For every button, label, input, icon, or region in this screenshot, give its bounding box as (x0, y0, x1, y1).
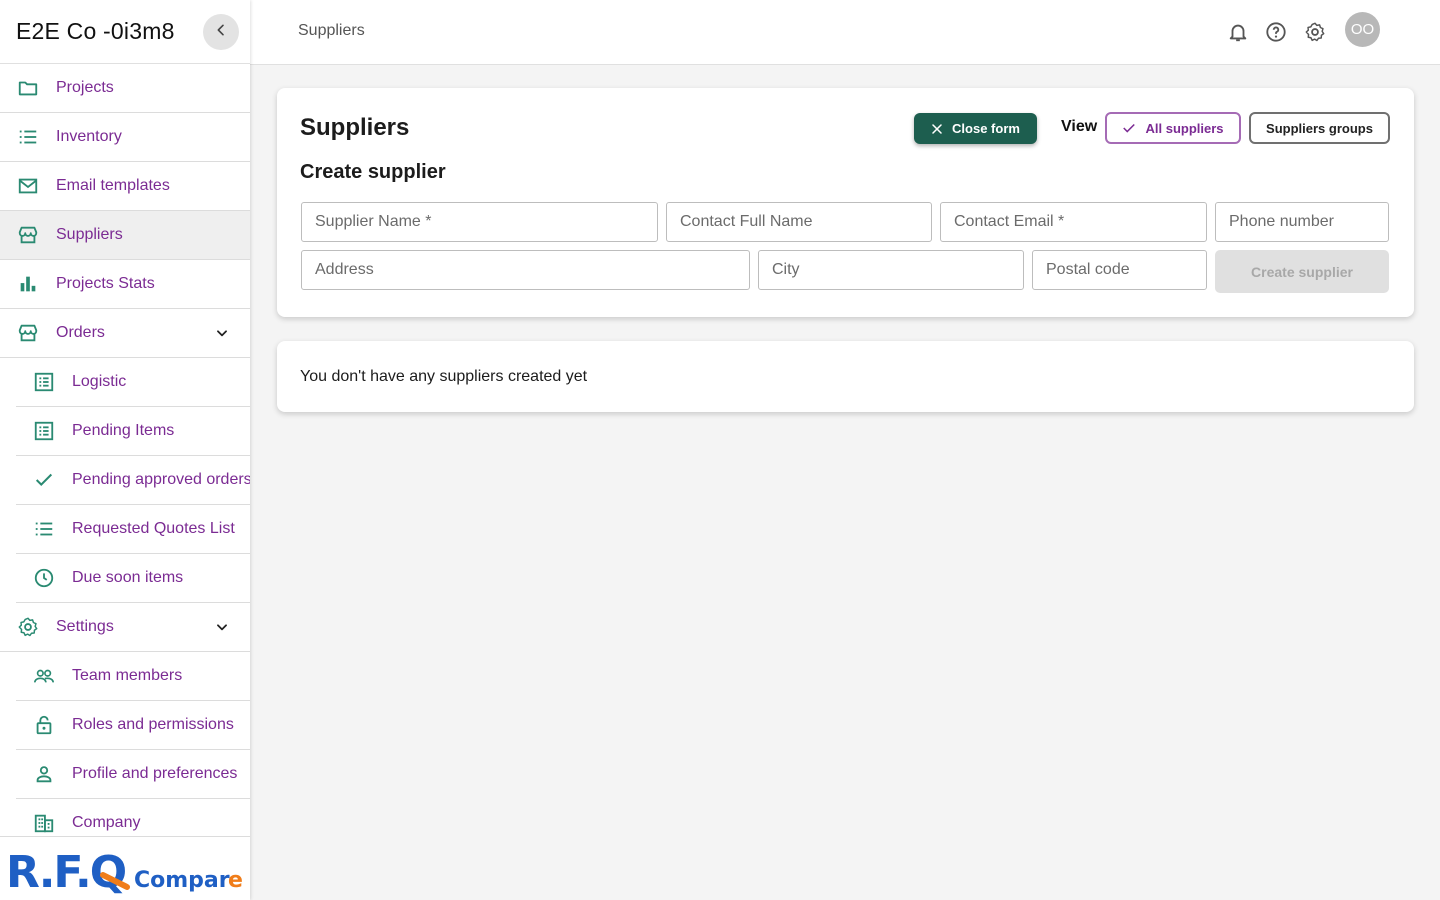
city-field[interactable] (758, 250, 1024, 290)
storefront-icon (16, 321, 40, 345)
city-input[interactable] (759, 251, 1023, 289)
sidebar-nav: Projects Inventory Email templates Suppl… (0, 64, 250, 848)
postal-code-input[interactable] (1033, 251, 1206, 289)
sidebar-item-suppliers[interactable]: Suppliers (0, 211, 250, 260)
sidebar-item-label: Roles and permissions (72, 716, 234, 733)
sidebar-item-pending-approved-orders[interactable]: Pending approved orders (16, 456, 250, 505)
postal-code-field[interactable] (1032, 250, 1207, 290)
person-icon (32, 762, 56, 786)
sidebar-item-label: Orders (56, 324, 105, 341)
all-suppliers-label: All suppliers (1145, 120, 1224, 136)
supplier-name-field[interactable] (301, 202, 658, 242)
sidebar-item-label: Company (72, 814, 141, 831)
people-icon (32, 664, 56, 688)
list-box-icon (32, 419, 56, 443)
sidebar-item-label: Inventory (56, 128, 122, 145)
svg-text:R.F.Q: R.F.Q (6, 847, 126, 898)
all-suppliers-toggle[interactable]: All suppliers (1105, 112, 1241, 144)
sidebar-item-label: Profile and preferences (72, 765, 238, 782)
contact-email-field[interactable] (940, 202, 1207, 242)
sidebar-item-label: Requested Quotes List (72, 520, 235, 537)
chevron-down-icon[interactable] (212, 323, 232, 343)
close-icon (931, 123, 943, 135)
lock-icon (32, 713, 56, 737)
sidebar-item-projects[interactable]: Projects (0, 64, 250, 113)
folder-icon (16, 76, 40, 100)
sidebar-item-team-members[interactable]: Team members (16, 652, 250, 701)
sidebar-item-settings[interactable]: Settings (0, 603, 250, 652)
clock-icon (32, 566, 56, 590)
form-title: Create supplier (300, 161, 446, 183)
sidebar-item-requested-quotes-list[interactable]: Requested Quotes List (16, 505, 250, 554)
contact-full-name-field[interactable] (666, 202, 932, 242)
sidebar-item-logistic[interactable]: Logistic (16, 358, 250, 407)
view-label: View (1061, 118, 1098, 135)
gear-icon (16, 615, 40, 639)
bar-chart-icon (16, 272, 40, 296)
phone-number-input[interactable] (1216, 203, 1388, 241)
check-icon (1122, 121, 1136, 135)
sidebar-item-orders[interactable]: Orders (0, 309, 250, 358)
chevron-left-icon (213, 22, 229, 43)
sidebar-item-label: Suppliers (56, 226, 123, 243)
help-icon[interactable] (1264, 20, 1288, 44)
empty-state-message: You don't have any suppliers created yet (300, 368, 588, 385)
top-bar: Suppliers OO (250, 0, 1440, 65)
list-box-icon (32, 370, 56, 394)
list-numbered-icon (16, 125, 40, 149)
sidebar-item-email-templates[interactable]: Email templates (0, 162, 250, 211)
chevron-down-icon[interactable] (212, 617, 232, 637)
bell-icon[interactable] (1226, 20, 1250, 44)
sidebar-item-label: Projects (56, 79, 114, 96)
create-supplier-button[interactable]: Create supplier (1215, 250, 1389, 293)
avatar[interactable]: OO (1345, 12, 1380, 47)
suppliers-groups-label: Suppliers groups (1266, 120, 1373, 136)
sidebar-item-label: Email templates (56, 177, 170, 194)
sidebar-item-label: Projects Stats (56, 275, 155, 292)
address-input[interactable] (302, 251, 749, 289)
contact-full-name-input[interactable] (667, 203, 931, 241)
breadcrumb: Suppliers (298, 22, 365, 39)
mail-icon (16, 174, 40, 198)
supplier-name-input[interactable] (302, 203, 657, 241)
sidebar-item-due-soon-items[interactable]: Due soon items (16, 554, 250, 603)
sidebar-item-profile-and-preferences[interactable]: Profile and preferences (16, 750, 250, 799)
sidebar-header: E2E Co -0i3m8 (0, 0, 250, 64)
close-form-label: Close form (952, 121, 1020, 136)
check-icon (32, 468, 56, 492)
phone-number-field[interactable] (1215, 202, 1389, 242)
svg-text:e: e (228, 868, 243, 893)
address-field[interactable] (301, 250, 750, 290)
sidebar-item-inventory[interactable]: Inventory (0, 113, 250, 162)
sidebar-item-roles-and-permissions[interactable]: Roles and permissions (16, 701, 250, 750)
contact-email-input[interactable] (941, 203, 1206, 241)
suppliers-list-card: You don't have any suppliers created yet (277, 341, 1414, 412)
sidebar-item-label: Pending Items (72, 422, 175, 439)
sidebar-item-label: Settings (56, 618, 114, 635)
sidebar-item-label: Logistic (72, 373, 127, 390)
suppliers-groups-toggle[interactable]: Suppliers groups (1249, 112, 1390, 144)
storefront-icon (16, 223, 40, 247)
sidebar-item-label: Due soon items (72, 569, 184, 586)
close-form-button[interactable]: Close form (914, 113, 1037, 144)
company-name: E2E Co -0i3m8 (16, 18, 175, 44)
sidebar-item-label: Pending approved orders (72, 471, 250, 488)
list-numbered-icon (32, 517, 56, 541)
svg-text:Compar: Compar (134, 868, 230, 893)
sidebar: E2E Co -0i3m8 Projects Inventory Email t… (0, 0, 250, 900)
sidebar-item-pending-items[interactable]: Pending Items (16, 407, 250, 456)
suppliers-card: Suppliers Close form View All suppliers … (277, 88, 1414, 317)
collapse-sidebar-button[interactable] (203, 14, 239, 50)
sidebar-item-label: Team members (72, 667, 183, 684)
gear-icon[interactable] (1303, 20, 1327, 44)
building-icon (32, 811, 56, 835)
page-title: Suppliers (300, 114, 410, 141)
sidebar-item-projects-stats[interactable]: Projects Stats (0, 260, 250, 309)
rfq-compare-logo: R.F.Q Compar e (0, 836, 250, 900)
